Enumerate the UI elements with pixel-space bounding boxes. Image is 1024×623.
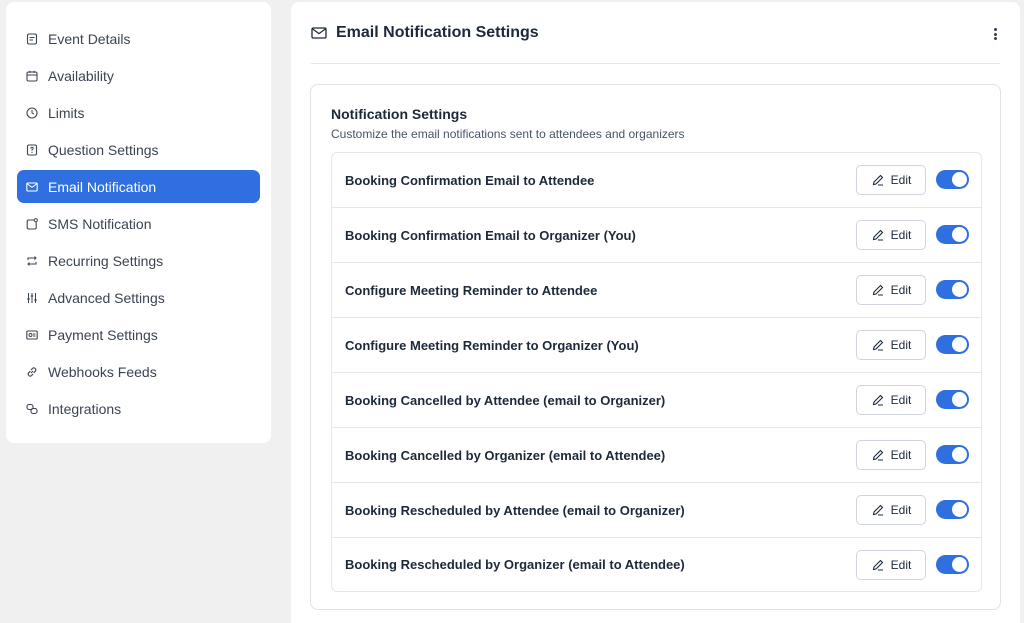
toggle-knob (952, 447, 967, 462)
notification-label: Configure Meeting Reminder to Attendee (345, 282, 598, 298)
mail-icon (311, 26, 327, 40)
edit-button[interactable]: Edit (856, 330, 926, 360)
pencil-icon (871, 338, 885, 352)
sliders-icon (26, 292, 38, 304)
sidebar-item-payment-settings[interactable]: Payment Settings (17, 318, 260, 351)
pencil-icon (871, 228, 885, 242)
edit-button[interactable]: Edit (856, 275, 926, 305)
edit-button[interactable]: Edit (856, 220, 926, 250)
notification-toggle[interactable] (936, 280, 969, 299)
edit-button[interactable]: Edit (856, 440, 926, 470)
toggle-knob (952, 227, 967, 242)
edit-label: Edit (890, 228, 912, 242)
page-header: Email Notification Settings (311, 2, 1000, 64)
edit-label: Edit (890, 558, 912, 572)
sidebar-item-webhooks-feeds[interactable]: Webhooks Feeds (17, 355, 260, 388)
edit-label: Edit (890, 283, 912, 297)
edit-button[interactable]: Edit (856, 165, 926, 195)
sidebar-item-label: SMS Notification (48, 215, 152, 232)
notification-toggle[interactable] (936, 445, 969, 464)
toggle-knob (952, 392, 967, 407)
notification-row: Booking Confirmation Email to Organizer … (332, 208, 981, 263)
sidebar-item-label: Availability (48, 67, 114, 84)
payment-icon (26, 329, 38, 341)
sidebar-item-label: Event Details (48, 30, 131, 47)
sidebar-item-integrations[interactable]: Integrations (17, 392, 260, 425)
notification-toggle[interactable] (936, 500, 969, 519)
edit-button[interactable]: Edit (856, 495, 926, 525)
mail-icon (26, 181, 38, 193)
calendar-icon (26, 70, 38, 82)
sidebar-item-availability[interactable]: Availability (17, 59, 260, 92)
sidebar-item-label: Integrations (48, 400, 122, 417)
notification-toggle[interactable] (936, 225, 969, 244)
edit-label: Edit (890, 503, 912, 517)
link-icon (26, 366, 38, 378)
sidebar-item-label: Email Notification (48, 178, 157, 195)
edit-button[interactable]: Edit (856, 550, 926, 580)
pencil-icon (871, 448, 885, 462)
sidebar-item-label: Limits (48, 104, 85, 121)
notification-toggle[interactable] (936, 170, 969, 189)
toggle-knob (952, 337, 967, 352)
notification-row: Configure Meeting Reminder to Organizer … (332, 318, 981, 373)
card-subtitle: Customize the email notifications sent t… (331, 127, 685, 141)
clock-icon (26, 106, 38, 119)
sidebar: Event Details Availability Limits Questi… (6, 2, 271, 443)
sidebar-item-label: Question Settings (48, 141, 159, 158)
notification-toggle[interactable] (936, 555, 969, 574)
sidebar-item-sms-notification[interactable]: SMS Notification (17, 207, 260, 240)
pencil-icon (871, 393, 885, 407)
card-title: Notification Settings (331, 106, 468, 122)
pencil-icon (871, 283, 885, 297)
pencil-icon (871, 558, 885, 572)
sidebar-item-label: Payment Settings (48, 326, 158, 343)
notification-list: Booking Confirmation Email to Attendee E… (331, 152, 982, 592)
toggle-knob (952, 282, 967, 297)
edit-label: Edit (890, 448, 912, 462)
sidebar-item-event-details[interactable]: Event Details (17, 22, 260, 55)
edit-label: Edit (890, 173, 912, 187)
notification-row: Booking Confirmation Email to Attendee E… (332, 153, 981, 208)
main-panel: Email Notification Settings Notification… (291, 2, 1020, 623)
sidebar-item-limits[interactable]: Limits (17, 96, 260, 129)
pencil-icon (871, 173, 885, 187)
notification-label: Booking Cancelled by Organizer (email to… (345, 447, 666, 463)
more-options-icon[interactable] (990, 26, 1000, 42)
toggle-knob (952, 557, 967, 572)
notification-toggle[interactable] (936, 335, 969, 354)
sidebar-item-email-notification[interactable]: Email Notification (17, 170, 260, 203)
sidebar-item-recurring-settings[interactable]: Recurring Settings (17, 244, 260, 277)
sms-icon (26, 217, 38, 230)
notification-row: Booking Rescheduled by Organizer (email … (332, 538, 981, 591)
notification-label: Booking Cancelled by Attendee (email to … (345, 392, 666, 408)
integrations-icon (26, 403, 38, 415)
repeat-icon (26, 255, 38, 267)
toggle-knob (952, 502, 967, 517)
notification-settings-card: Notification Settings Customize the emai… (310, 84, 1001, 610)
sidebar-item-label: Recurring Settings (48, 252, 164, 269)
question-icon (26, 143, 38, 156)
notification-row: Configure Meeting Reminder to Attendee E… (332, 263, 981, 318)
sidebar-item-question-settings[interactable]: Question Settings (17, 133, 260, 166)
notification-toggle[interactable] (936, 390, 969, 409)
notification-label: Booking Rescheduled by Organizer (email … (345, 557, 685, 572)
notification-label: Configure Meeting Reminder to Organizer … (345, 337, 639, 353)
notification-row: Booking Rescheduled by Attendee (email t… (332, 483, 981, 538)
toggle-knob (952, 172, 967, 187)
notification-label: Booking Confirmation Email to Organizer … (345, 227, 636, 243)
edit-label: Edit (890, 338, 912, 352)
sidebar-item-label: Advanced Settings (48, 289, 165, 306)
page-title: Email Notification Settings (336, 23, 539, 41)
document-icon (26, 32, 38, 45)
edit-button[interactable]: Edit (856, 385, 926, 415)
notification-label: Booking Confirmation Email to Attendee (345, 172, 595, 188)
sidebar-item-advanced-settings[interactable]: Advanced Settings (17, 281, 260, 314)
sidebar-item-label: Webhooks Feeds (48, 363, 157, 380)
notification-row: Booking Cancelled by Organizer (email to… (332, 428, 981, 483)
pencil-icon (871, 503, 885, 517)
notification-label: Booking Rescheduled by Attendee (email t… (345, 502, 685, 518)
edit-label: Edit (890, 393, 912, 407)
notification-row: Booking Cancelled by Attendee (email to … (332, 373, 981, 428)
